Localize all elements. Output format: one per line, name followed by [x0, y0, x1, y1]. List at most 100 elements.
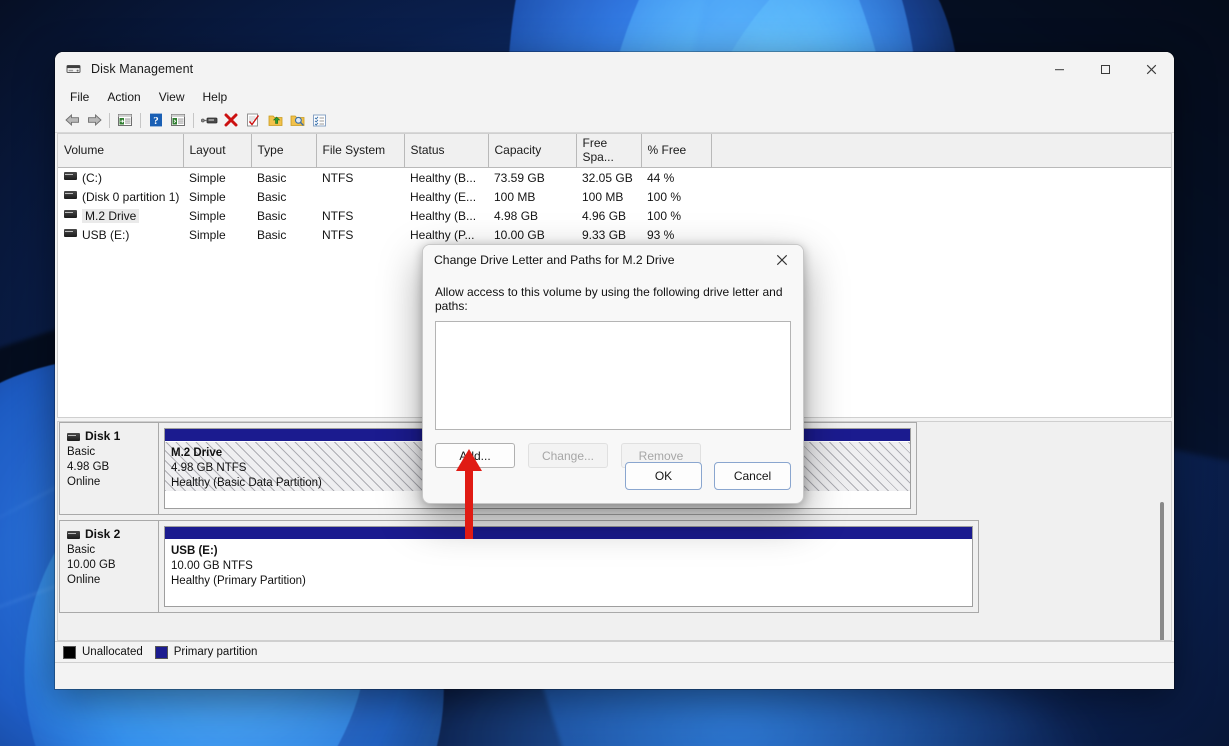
window-title: Disk Management: [91, 62, 194, 76]
volume-name: USB (E:): [82, 227, 130, 242]
cell-capacity: 73.59 GB: [494, 170, 545, 185]
toolbar-separator-3: [193, 112, 194, 128]
drive-letter-paths-list[interactable]: [435, 321, 791, 430]
column-header-percent-free[interactable]: % Free: [641, 134, 712, 168]
cell-status: Healthy (E...: [410, 189, 477, 204]
table-row[interactable]: USB (E:) Simple Basic NTFS Healthy (P...…: [58, 225, 1171, 244]
volume-name: (Disk 0 partition 1): [82, 189, 180, 204]
partition-usb-status: Healthy (Primary Partition): [171, 575, 306, 587]
cell-status: Healthy (B...: [410, 208, 477, 223]
toolbar-separator-1: [109, 112, 110, 128]
svg-text:?: ?: [153, 115, 159, 127]
cell-capacity: 10.00 GB: [494, 227, 545, 242]
cell-layout: Simple: [189, 189, 226, 204]
menu-item-view[interactable]: View: [150, 88, 194, 106]
forward-icon[interactable]: [83, 110, 105, 130]
close-button[interactable]: [1128, 52, 1174, 86]
status-bar-cell-1: [55, 663, 1174, 689]
cell-percent-free: 93 %: [647, 227, 675, 242]
dialog-instruction: Allow access to this volume by using the…: [435, 285, 783, 313]
cell-type: Basic: [257, 227, 287, 242]
cell-file-system: NTFS: [322, 170, 354, 185]
disk-2-state: Online: [67, 574, 101, 586]
cell-filler: [711, 206, 1171, 225]
disk-row-2: Disk 2 Basic 10.00 GB Online USB (E:) 10…: [59, 520, 979, 613]
new-volume-icon[interactable]: [264, 110, 286, 130]
partition-usb-size: 10.00 GB NTFS: [171, 560, 253, 572]
window-title-bar[interactable]: Disk Management: [55, 52, 1174, 86]
dialog-footer-buttons: OK Cancel: [625, 462, 791, 490]
cell-type: Basic: [257, 189, 287, 204]
volume-disk-icon: [64, 209, 77, 218]
menu-item-file[interactable]: File: [61, 88, 98, 106]
ok-button[interactable]: OK: [625, 462, 702, 490]
toolbar-separator-2: [140, 112, 141, 128]
dialog-title-bar[interactable]: Change Drive Letter and Paths for M.2 Dr…: [423, 245, 803, 275]
partition-usb-name: USB (E:): [171, 545, 218, 557]
cell-status: Healthy (B...: [410, 170, 477, 185]
disk-2-title: Disk 2: [67, 527, 158, 542]
properties-icon[interactable]: [198, 110, 220, 130]
cell-layout: Simple: [189, 227, 226, 242]
menu-item-action[interactable]: Action: [98, 88, 149, 106]
volume-table: Volume Layout Type File System Status Ca…: [58, 134, 1171, 244]
column-header-free-space[interactable]: Free Spa...: [576, 134, 642, 168]
table-row-selected[interactable]: M.2 Drive Simple Basic NTFS Healthy (B..…: [58, 206, 1171, 225]
cell-percent-free: 100 %: [647, 189, 682, 204]
column-header-file-system[interactable]: File System: [316, 134, 405, 168]
disk-2-body: USB (E:) 10.00 GB NTFS Healthy (Primary …: [159, 520, 979, 613]
back-icon[interactable]: [61, 110, 83, 130]
disk-2-label: Disk 2: [85, 527, 121, 541]
disk-1-title: Disk 1: [67, 429, 158, 444]
table-row[interactable]: (Disk 0 partition 1) Simple Basic Health…: [58, 187, 1171, 206]
dialog-close-icon[interactable]: [761, 245, 803, 275]
column-header-volume[interactable]: Volume: [58, 134, 184, 168]
column-header-status[interactable]: Status: [404, 134, 489, 168]
disk-1-label: Disk 1: [85, 429, 121, 443]
cell-volume: USB (E:): [58, 225, 183, 244]
add-button[interactable]: Add...: [435, 443, 515, 468]
cell-filler: [711, 187, 1171, 206]
cancel-button[interactable]: Cancel: [714, 462, 791, 490]
help-icon[interactable]: ?: [145, 110, 167, 130]
column-header-type[interactable]: Type: [251, 134, 317, 168]
table-row[interactable]: (C:) Simple Basic NTFS Healthy (B... 73.…: [58, 168, 1171, 188]
cell-status: Healthy (P...: [410, 227, 475, 242]
volume-disk-icon: [64, 171, 77, 180]
menu-item-help[interactable]: Help: [194, 88, 237, 106]
cell-volume: (Disk 0 partition 1): [58, 187, 183, 206]
show-hide-action-pane-icon[interactable]: [167, 110, 189, 130]
show-hide-console-tree-icon[interactable]: [114, 110, 136, 130]
disk-icon: [67, 432, 80, 441]
table-header-row: Volume Layout Type File System Status Ca…: [58, 134, 1171, 168]
cell-type: Basic: [257, 208, 287, 223]
column-header-capacity[interactable]: Capacity: [488, 134, 577, 168]
column-header-filler: [711, 134, 1171, 168]
cell-percent-free: 100 %: [647, 208, 682, 223]
cell-file-system: [316, 187, 404, 206]
disk-1-state: Online: [67, 476, 101, 488]
volume-disk-icon: [64, 228, 77, 237]
change-button: Change...: [528, 443, 608, 468]
cell-free-space: 4.96 GB: [582, 208, 627, 223]
minimize-button[interactable]: [1036, 52, 1082, 86]
disk-management-icon: [66, 61, 82, 77]
column-header-layout[interactable]: Layout: [183, 134, 252, 168]
cell-free-space: 32.05 GB: [582, 170, 633, 185]
delete-icon[interactable]: [220, 110, 242, 130]
rescan-disks-icon[interactable]: [242, 110, 264, 130]
partition-usb-e[interactable]: USB (E:) 10.00 GB NTFS Healthy (Primary …: [164, 526, 973, 607]
disk-2-header[interactable]: Disk 2 Basic 10.00 GB Online: [59, 520, 159, 613]
legend-swatch-unallocated: [63, 645, 76, 659]
graphical-view-scrollbar[interactable]: [1155, 424, 1169, 640]
disk-1-header[interactable]: Disk 1 Basic 4.98 GB Online: [59, 422, 159, 515]
list-view-icon[interactable]: [308, 110, 330, 130]
scrollbar-thumb[interactable]: [1160, 502, 1164, 640]
maximize-button[interactable]: [1082, 52, 1128, 86]
cell-layout: Simple: [189, 208, 226, 223]
search-icon[interactable]: [286, 110, 308, 130]
dialog-body: Allow access to this volume by using the…: [423, 275, 803, 468]
cell-file-system: NTFS: [322, 227, 354, 242]
status-bar: [55, 662, 1174, 689]
legend-label-primary-partition: Primary partition: [173, 646, 258, 658]
